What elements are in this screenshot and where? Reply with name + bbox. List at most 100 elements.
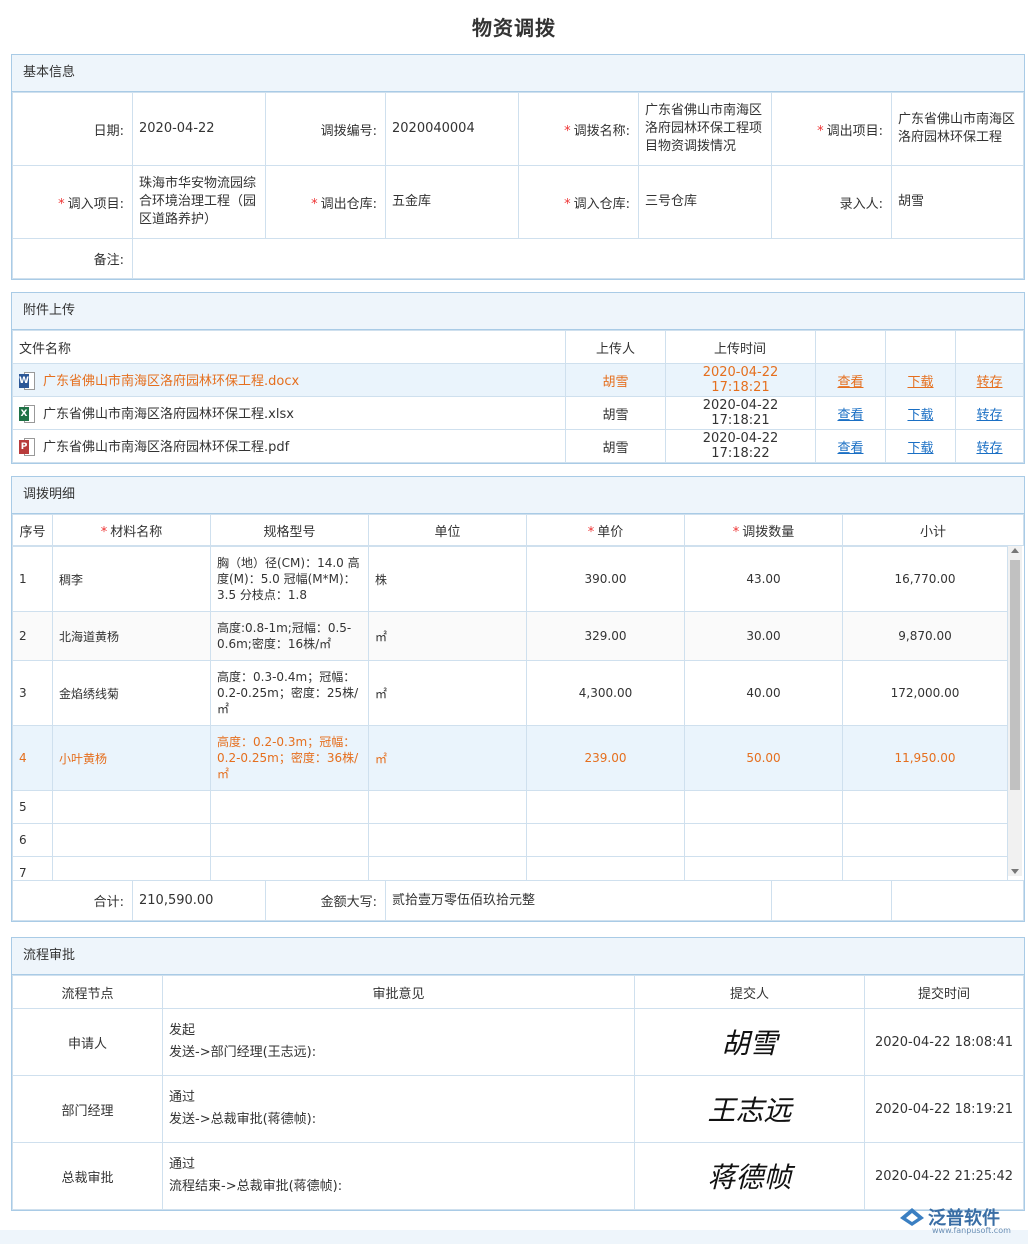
total-label: 合计: — [13, 881, 133, 921]
file-name-cell[interactable]: X 广东省佛山市南海区洛府园林环保工程.xlsx — [13, 397, 566, 430]
out-warehouse-field[interactable]: 五金库 — [386, 166, 519, 239]
download-link[interactable]: 下载 — [907, 375, 933, 390]
detail-scroll-area[interactable]: 1 稠李 胸（地）径(CM)：14.0 高度(M)：5.0 冠幅(M*M)：3.… — [12, 546, 1024, 880]
col-material-name: *材料名称 — [53, 515, 211, 546]
flow-table: 流程节点 审批意见 提交人 提交时间 申请人 发起发送->部门经理(王志远): … — [12, 975, 1024, 1210]
file-name-cell[interactable]: W 广东省佛山市南海区洛府园林环保工程.docx — [13, 364, 566, 397]
row-unit[interactable]: 株 — [369, 547, 527, 612]
detail-body: 1 稠李 胸（地）径(CM)：14.0 高度(M)：5.0 冠幅(M*M)：3.… — [12, 546, 1008, 880]
table-row[interactable]: 3 金焰绣线菊 高度：0.3-0.4m；冠幅：0.2-0.25m；密度：25株/… — [13, 661, 1008, 726]
transfer-link[interactable]: 转存 — [976, 441, 1002, 456]
flow-header: 流程审批 — [12, 938, 1024, 975]
transfer-no-field[interactable]: 2020040004 — [386, 93, 519, 166]
scroll-thumb[interactable] — [1010, 560, 1020, 790]
row-name[interactable]: 小叶黄杨 — [53, 726, 211, 791]
attachments-header: 附件上传 — [12, 293, 1024, 330]
table-row[interactable]: 5 — [13, 791, 1008, 824]
row-name[interactable]: 稠李 — [53, 547, 211, 612]
row-subtotal: 9,870.00 — [843, 612, 1008, 661]
out-project-label: *调出项目: — [772, 93, 892, 166]
row-subtotal: 11,950.00 — [843, 726, 1008, 791]
flow-row: 部门经理 通过发送->总裁审批(蒋德帧): 王志远 2020-04-22 18:… — [13, 1076, 1024, 1143]
view-link[interactable]: 查看 — [837, 408, 863, 423]
row-price[interactable]: 390.00 — [527, 547, 685, 612]
table-row[interactable]: 7 — [13, 857, 1008, 881]
row-spec[interactable]: 胸（地）径(CM)：14.0 高度(M)：5.0 冠幅(M*M)：3.5 分枝点… — [211, 547, 369, 612]
transfer-link[interactable]: 转存 — [976, 408, 1002, 423]
row-spec[interactable]: 高度:0.8-1m;冠幅：0.5-0.6m;密度：16株/㎡ — [211, 612, 369, 661]
row-no: 4 — [13, 726, 53, 791]
recorder-label: 录入人: — [772, 166, 892, 239]
flow-opinion: 通过 — [169, 1087, 628, 1109]
col-no: 序号 — [13, 515, 53, 546]
signature-image: 王志远 — [635, 1076, 865, 1143]
row-unit[interactable]: ㎡ — [369, 612, 527, 661]
file-name-cell[interactable]: P 广东省佛山市南海区洛府园林环保工程.pdf — [13, 430, 566, 463]
download-link[interactable]: 下载 — [907, 441, 933, 456]
transfer-no-label: 调拨编号: — [266, 93, 386, 166]
detail-scrollbar[interactable] — [1008, 546, 1022, 876]
file-name[interactable]: 广东省佛山市南海区洛府园林环保工程.xlsx — [43, 407, 294, 422]
excel-icon: X — [19, 405, 35, 423]
file-name[interactable]: 广东省佛山市南海区洛府园林环保工程.pdf — [43, 440, 289, 455]
col-upload-time: 上传时间 — [666, 331, 816, 364]
out-warehouse-label: *调出仓库: — [266, 166, 386, 239]
row-price[interactable]: 239.00 — [527, 726, 685, 791]
row-unit[interactable]: ㎡ — [369, 661, 527, 726]
col-opinion: 审批意见 — [163, 976, 635, 1009]
flow-time: 2020-04-22 18:19:21 — [865, 1076, 1024, 1143]
transfer-link[interactable]: 转存 — [976, 375, 1002, 390]
attachment-row: W 广东省佛山市南海区洛府园林环保工程.docx 胡雪 2020-04-22 17… — [13, 364, 1024, 397]
table-row[interactable]: 4 小叶黄杨 高度：0.2-0.3m；冠幅：0.2-0.25m；密度：36株/㎡… — [13, 726, 1008, 791]
flow-time: 2020-04-22 18:08:41 — [865, 1009, 1024, 1076]
col-action-transfer — [956, 331, 1024, 364]
col-spec: 规格型号 — [211, 515, 369, 546]
flow-node: 部门经理 — [13, 1076, 163, 1143]
amount-cn-label: 金额大写: — [266, 881, 386, 921]
table-row[interactable]: 6 — [13, 824, 1008, 857]
date-field[interactable]: 2020-04-22 — [133, 93, 266, 166]
view-link[interactable]: 查看 — [837, 375, 863, 390]
detail-table: 序号 *材料名称 规格型号 单位 *单价 *调拨数量 小计 — [12, 514, 1024, 546]
table-row[interactable]: 1 稠李 胸（地）径(CM)：14.0 高度(M)：5.0 冠幅(M*M)：3.… — [13, 547, 1008, 612]
basic-info-header: 基本信息 — [12, 55, 1024, 92]
uploader: 胡雪 — [566, 364, 666, 397]
pdf-icon: P — [19, 438, 35, 456]
flow-opinion: 发起 — [169, 1020, 628, 1042]
row-spec[interactable]: 高度：0.3-0.4m；冠幅：0.2-0.25m；密度：25株/㎡ — [211, 661, 369, 726]
upload-time: 2020-04-22 17:18:21 — [666, 364, 816, 397]
view-link[interactable]: 查看 — [837, 441, 863, 456]
note-field[interactable] — [133, 239, 1024, 279]
row-qty[interactable]: 30.00 — [685, 612, 843, 661]
row-qty[interactable]: 50.00 — [685, 726, 843, 791]
brand-logo: 泛普软件 www.fanpusoft.com — [898, 1202, 1018, 1236]
flow-route: 发送->总裁审批(蒋德帧): — [169, 1109, 628, 1131]
scroll-down-icon[interactable] — [1011, 869, 1019, 874]
table-row[interactable]: 2 北海道黄杨 高度:0.8-1m;冠幅：0.5-0.6m;密度：16株/㎡ ㎡… — [13, 612, 1008, 661]
row-spec[interactable]: 高度：0.2-0.3m；冠幅：0.2-0.25m；密度：36株/㎡ — [211, 726, 369, 791]
row-name[interactable]: 北海道黄杨 — [53, 612, 211, 661]
row-name[interactable]: 金焰绣线菊 — [53, 661, 211, 726]
file-name[interactable]: 广东省佛山市南海区洛府园林环保工程.docx — [43, 374, 299, 389]
col-qty: *调拨数量 — [685, 515, 843, 546]
download-link[interactable]: 下载 — [907, 408, 933, 423]
in-project-field[interactable]: 珠海市华安物流园综合环境治理工程（园区道路养护） — [133, 166, 266, 239]
flow-opinion: 通过 — [169, 1154, 628, 1176]
scroll-up-icon[interactable] — [1011, 548, 1019, 553]
in-warehouse-field[interactable]: 三号仓库 — [639, 166, 772, 239]
col-submitter: 提交人 — [635, 976, 865, 1009]
row-price[interactable]: 329.00 — [527, 612, 685, 661]
word-icon: W — [19, 372, 35, 390]
recorder-field[interactable]: 胡雪 — [892, 166, 1024, 239]
transfer-name-field[interactable]: 广东省佛山市南海区洛府园林环保工程项目物资调拨情况 — [639, 93, 772, 166]
flow-row: 申请人 发起发送->部门经理(王志远): 胡雪 2020-04-22 18:08… — [13, 1009, 1024, 1076]
row-qty[interactable]: 43.00 — [685, 547, 843, 612]
row-price[interactable]: 4,300.00 — [527, 661, 685, 726]
row-unit[interactable]: ㎡ — [369, 726, 527, 791]
upload-time: 2020-04-22 17:18:22 — [666, 430, 816, 463]
note-label: 备注: — [13, 239, 133, 279]
out-project-field[interactable]: 广东省佛山市南海区洛府园林环保工程 — [892, 93, 1024, 166]
col-price: *单价 — [527, 515, 685, 546]
attachments-panel: 附件上传 文件名称 上传人 上传时间 W广东省佛山市南海区洛府园林环保工程.do… — [11, 292, 1025, 464]
row-qty[interactable]: 40.00 — [685, 661, 843, 726]
